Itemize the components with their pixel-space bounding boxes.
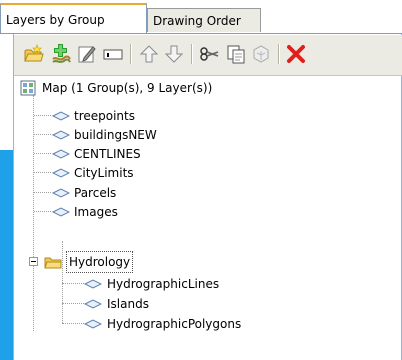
map-icon [20,80,36,96]
layer-icon [52,207,70,217]
rename-button[interactable] [102,43,124,65]
layer-label: HydrographicPolygons [107,317,242,331]
paste-icon [253,45,269,63]
tree-connector [62,323,84,324]
layer-icon [52,111,70,121]
move-down-button[interactable] [163,43,185,65]
tree-connector [34,134,51,135]
tree-connector [62,303,84,304]
add-layer-button[interactable] [50,43,72,65]
layer-tree: Map (1 Group(s), 9 Layer(s)) treepoints … [14,76,401,360]
layer-label: Islands [107,297,149,311]
tree-connector [34,153,51,154]
edit-properties-icon [78,46,96,63]
layer-label: CityLimits [74,166,134,180]
layer-label: buildingsNEW [74,128,157,142]
tree-root-label: Map (1 Group(s), 9 Layer(s)) [42,81,213,95]
delete-icon [287,45,305,63]
paste-button[interactable] [250,43,272,65]
layer-icon [84,299,102,309]
folder-icon [44,257,62,269]
cut-button[interactable] [199,43,221,65]
tree-connector [34,115,51,116]
layer-label: Images [74,205,118,219]
side-accent-bar [0,150,13,360]
move-down-icon [164,45,184,63]
tab-label: Layers by Group [6,13,105,27]
tree-connector [33,95,34,331]
edit-properties-button[interactable] [76,43,98,65]
cut-icon [200,47,219,61]
group-label: Hydrology [65,251,134,273]
layer-icon [84,279,102,289]
layer-label: HydrographicLines [107,277,220,291]
layer-label: Parcels [74,186,117,200]
layer-icon [52,168,70,178]
layer-icon [52,149,70,159]
add-layer-icon [52,44,71,63]
layer-icon [52,188,70,198]
delete-button[interactable] [285,43,307,65]
new-group-icon [24,44,44,62]
layer-label: CENTLINES [74,147,141,161]
toolbar-separator [130,44,132,64]
tab-layers-by-group[interactable]: Layers by Group [0,3,147,33]
new-group-button[interactable] [23,43,45,65]
layer-toolbar [14,35,402,76]
tree-connector [34,192,51,193]
tree-connector [34,211,51,212]
tree-connector [34,172,51,173]
tab-bar: Layers by Group Drawing Order [0,0,402,34]
move-up-icon [139,45,159,63]
toolbar-separator [191,44,193,64]
copy-icon [227,45,245,64]
layer-icon [84,319,102,329]
copy-button[interactable] [225,43,247,65]
tree-connector [62,283,84,284]
tab-label: Drawing Order [153,14,241,28]
layer-label: treepoints [74,109,135,123]
move-up-button[interactable] [138,43,160,65]
group-collapse-toggle[interactable] [29,257,38,266]
toolbar-separator [278,44,280,64]
layer-icon [52,130,70,140]
tab-drawing-order[interactable]: Drawing Order [147,8,261,32]
tree-connector [62,241,63,323]
rename-icon [103,49,123,60]
